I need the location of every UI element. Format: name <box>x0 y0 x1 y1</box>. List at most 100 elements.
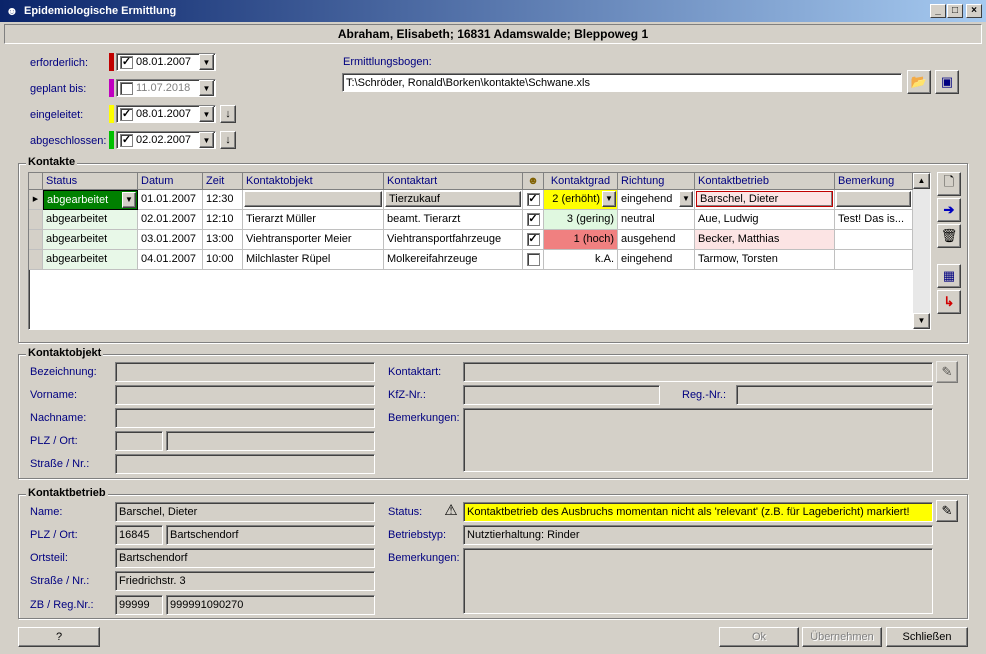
datum-cell[interactable]: 04.01.2007 <box>138 250 203 270</box>
kontaktobjekt-cell[interactable]: Tierarzt Müller <box>243 210 384 230</box>
datum-cell[interactable]: 01.01.2007 <box>138 190 203 210</box>
plz-field[interactable] <box>115 431 163 451</box>
richtung-cell[interactable]: eingehend ▼ <box>618 190 695 210</box>
vorname-field[interactable] <box>115 385 375 405</box>
row-indicator[interactable]: ▶ <box>29 190 43 210</box>
contact-checkbox[interactable]: ✓ <box>526 193 540 206</box>
chevron-down-icon[interactable]: ▼ <box>122 192 136 208</box>
date-enable-checkbox[interactable]: ✓ <box>120 55 133 69</box>
help-button[interactable]: ? <box>18 627 100 647</box>
datum-cell[interactable]: 03.01.2007 <box>138 230 203 250</box>
betrieb-bemerkungen-field[interactable] <box>463 548 933 614</box>
status-cell[interactable]: abgearbeitet <box>43 230 138 250</box>
kontaktbetrieb-select-button[interactable]: Barschel, Dieter <box>696 191 833 207</box>
contact-checkbox[interactable]: ✓ <box>526 213 540 226</box>
betrieb-plz-field[interactable]: 16845 <box>115 525 163 545</box>
open-folder-button[interactable]: 📂 <box>907 70 931 94</box>
status-cell[interactable]: abgearbeitet ▼ <box>43 190 138 210</box>
grid-scrollbar[interactable]: ▲ ▼ <box>913 173 930 329</box>
set-today-button[interactable]: ↓ <box>220 131 236 149</box>
kontaktbetrieb-cell[interactable]: Aue, Ludwig <box>695 210 835 230</box>
bemerkung-cell[interactable] <box>835 190 913 210</box>
zeit-cell[interactable]: 13:00 <box>203 230 243 250</box>
status-cell[interactable]: abgearbeitet <box>43 210 138 230</box>
column-header[interactable]: Kontaktobjekt <box>243 173 384 190</box>
row-indicator[interactable] <box>29 250 43 270</box>
kontaktbetrieb-cell[interactable]: Tarmow, Torsten <box>695 250 835 270</box>
column-header[interactable]: Kontaktgrad <box>544 173 618 190</box>
betrieb-name-field[interactable]: Barschel, Dieter <box>115 502 375 522</box>
nachname-field[interactable] <box>115 408 375 428</box>
chevron-down-icon[interactable]: ▼ <box>679 191 693 207</box>
column-header[interactable]: Datum <box>138 173 203 190</box>
scroll-up-button[interactable]: ▲ <box>913 173 930 189</box>
minimize-button[interactable]: _ <box>930 4 946 18</box>
contact-checkbox-cell[interactable]: ✓ <box>523 190 544 210</box>
date-dropdown-button[interactable]: ▼ <box>199 132 214 148</box>
zeit-cell[interactable]: 12:10 <box>203 210 243 230</box>
date-enable-checkbox[interactable]: ✓ <box>120 107 133 121</box>
kontaktart-cell[interactable]: Tierzukauf <box>384 190 523 210</box>
chevron-down-icon[interactable]: ▼ <box>602 191 616 207</box>
kfz-field[interactable] <box>463 385 660 405</box>
contact-checkbox[interactable]: ✓ <box>526 233 540 246</box>
kontaktgrad-cell[interactable]: 2 (erhöht) ▼ <box>544 190 618 210</box>
kontaktart-field[interactable] <box>463 362 933 382</box>
column-header[interactable]: Zeit <box>203 173 243 190</box>
kontaktgrad-cell[interactable]: 3 (gering) <box>544 210 618 230</box>
bemerkung-cell[interactable] <box>835 250 913 270</box>
kontaktobjekt-cell[interactable]: Milchlaster Rüpel <box>243 250 384 270</box>
close-button[interactable]: Schließen <box>886 627 968 647</box>
calendar-button[interactable]: ▦ <box>937 264 961 288</box>
zb-field[interactable]: 99999 <box>115 595 163 615</box>
betrieb-ort-field[interactable]: Bartschendorf <box>166 525 375 545</box>
kontaktgrad-cell[interactable]: 1 (hoch) <box>544 230 618 250</box>
scroll-down-button[interactable]: ▼ <box>913 313 930 329</box>
date-enable-checkbox[interactable] <box>120 81 133 95</box>
goto-contact-button[interactable]: ➔ <box>937 198 961 222</box>
bemerkung-cell[interactable] <box>835 230 913 250</box>
kontaktart-select-button[interactable]: Tierzukauf <box>385 191 521 207</box>
zeit-cell[interactable]: 10:00 <box>203 250 243 270</box>
column-header[interactable]: Bemerkung <box>835 173 913 190</box>
date-dropdown-button[interactable]: ▼ <box>199 54 214 70</box>
bemerkung-edit-button[interactable] <box>836 191 911 207</box>
kontaktart-cell[interactable]: Viehtransportfahrzeuge <box>384 230 523 250</box>
ortsteil-field[interactable]: Bartschendorf <box>115 548 375 568</box>
close-window-button[interactable]: × <box>966 4 982 18</box>
open-document-button[interactable]: ▣ <box>935 70 959 94</box>
kontaktobjekt-cell[interactable]: Viehtransporter Meier <box>243 230 384 250</box>
date-dropdown-button[interactable]: ▼ <box>199 80 214 96</box>
reg-field[interactable] <box>736 385 933 405</box>
set-today-button[interactable]: ↓ <box>220 105 236 123</box>
ok-button[interactable]: Ok <box>719 627 799 647</box>
edit-kontaktobjekt-button[interactable]: ✎ <box>936 361 958 383</box>
zeit-cell[interactable]: 12:30 <box>203 190 243 210</box>
contact-checkbox-cell[interactable] <box>523 250 544 270</box>
date-dropdown-button[interactable]: ▼ <box>199 106 214 122</box>
strasse-field[interactable] <box>115 454 375 474</box>
kontaktgrad-cell[interactable]: k.A. <box>544 250 618 270</box>
ort-field[interactable] <box>166 431 375 451</box>
richtung-cell[interactable]: ausgehend <box>618 230 695 250</box>
datum-cell[interactable]: 02.01.2007 <box>138 210 203 230</box>
bezeichnung-field[interactable] <box>115 362 375 382</box>
export-button[interactable]: ↳ <box>937 290 961 314</box>
column-header[interactable]: Richtung <box>618 173 695 190</box>
kontaktbetrieb-cell[interactable]: Barschel, Dieter <box>695 190 835 210</box>
column-header[interactable]: Status <box>43 173 138 190</box>
kontaktbetrieb-cell[interactable]: Becker, Matthias <box>695 230 835 250</box>
betriebstyp-field[interactable]: Nutztierhaltung: Rinder <box>463 525 933 545</box>
status-cell[interactable]: abgearbeitet <box>43 250 138 270</box>
delete-contact-button[interactable]: 🗑 <box>937 224 961 248</box>
regnr-field[interactable]: 999991090270 <box>166 595 375 615</box>
column-header[interactable]: Kontaktbetrieb <box>695 173 835 190</box>
contact-checkbox[interactable] <box>526 253 540 266</box>
maximize-button[interactable]: □ <box>947 4 963 18</box>
bemerkungen-field[interactable] <box>463 408 933 472</box>
contact-checkbox-cell[interactable]: ✓ <box>523 230 544 250</box>
kontaktart-cell[interactable]: Molkereifahrzeuge <box>384 250 523 270</box>
richtung-cell[interactable]: eingehend <box>618 250 695 270</box>
row-indicator[interactable] <box>29 230 43 250</box>
kontakte-grid[interactable]: Status Datum Zeit Kontaktobjekt Kontaktart ☻ K… <box>28 172 931 330</box>
